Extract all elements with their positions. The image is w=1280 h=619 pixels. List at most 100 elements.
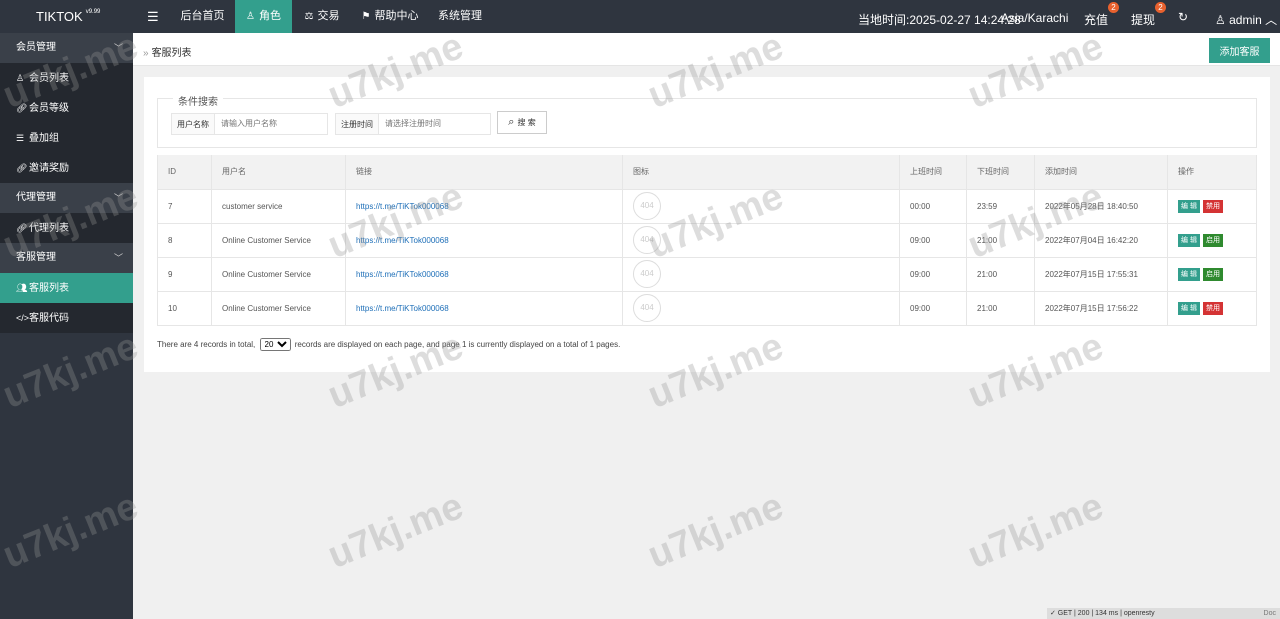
menu-toggle-icon[interactable]: ☰ xyxy=(147,9,159,25)
refresh-icon[interactable]: ↻ xyxy=(1178,10,1188,24)
sidebar-item-member-levels[interactable]: 🔗︎ 会员等级 xyxy=(0,93,133,123)
disable-button[interactable]: 禁用 xyxy=(1202,301,1223,315)
search-icon: ⌕ xyxy=(508,116,515,128)
table-row: 7 customer service https://t.me/TiKTok00… xyxy=(157,188,1257,223)
cell-icon: 404 xyxy=(622,290,900,326)
withdraw-badge: 2 xyxy=(1155,2,1166,13)
search-fieldset: 条件搜索 用户名称 注册时间 ⌕搜 索 xyxy=(157,93,1257,148)
page-size-select[interactable]: 20 xyxy=(259,338,291,351)
cell-end: 21:00 xyxy=(966,256,1035,291)
watermark: u7kj.me xyxy=(322,485,470,578)
pagination-info: There are 4 records in total, 20 records… xyxy=(157,338,620,351)
nav-home[interactable]: 后台首页 xyxy=(170,0,235,33)
local-time: 当地时间:2025-02-27 14:24:28 xyxy=(858,13,1021,27)
sidebar-item-stack-group[interactable]: ☰ 叠加组 xyxy=(0,123,133,153)
sidebar-item-agent-list[interactable]: 🔗︎ 代理列表 xyxy=(0,213,133,243)
flag-icon: ⚑ xyxy=(361,11,371,22)
disable-button[interactable]: 禁用 xyxy=(1202,199,1223,213)
link-icon: 🔗︎ xyxy=(16,223,28,233)
users-icon: 👥︎ xyxy=(16,283,28,293)
cell-start: 09:00 xyxy=(899,222,967,257)
col-start-time: 上班时间 xyxy=(899,155,967,189)
watermark: u7kj.me xyxy=(962,485,1110,578)
cell-username: customer service xyxy=(211,188,346,223)
recharge-link[interactable]: 充值 xyxy=(1084,11,1108,28)
col-link: 链接 xyxy=(345,155,623,189)
cell-link: https://t.me/TiKTok000068 xyxy=(345,290,623,326)
service-link[interactable]: https://t.me/TiKTok000068 xyxy=(356,270,449,279)
cell-end: 21:00 xyxy=(966,290,1035,326)
broken-image-icon: 404 xyxy=(633,226,661,254)
service-link[interactable]: https://t.me/TiKTok000068 xyxy=(356,304,449,313)
watermark: u7kj.me xyxy=(642,485,790,578)
cell-id: 8 xyxy=(157,222,212,257)
regtime-input[interactable] xyxy=(379,113,491,135)
cell-actions: 编 辑禁用 xyxy=(1167,290,1257,326)
edit-button[interactable]: 编 辑 xyxy=(1178,301,1200,315)
double-chevron-icon: » xyxy=(143,48,149,59)
col-end-time: 下班时间 xyxy=(966,155,1035,189)
cell-id: 10 xyxy=(157,290,212,326)
sidebar-item-service-list[interactable]: 👥︎ 客服列表 xyxy=(0,273,133,303)
sidebar-item-member-list[interactable]: ♙ 会员列表 xyxy=(0,63,133,93)
cell-icon: 404 xyxy=(622,256,900,291)
sidebar-group-members[interactable]: 会员管理 ﹀ xyxy=(0,33,133,63)
debug-status-bar: ✓ GET | 200 | 134 ms | openresty Doc xyxy=(1047,608,1280,619)
nav-role[interactable]: ♙ 角色 xyxy=(235,0,292,33)
username-input[interactable] xyxy=(215,113,328,135)
nav-trade[interactable]: ⚖ 交易 xyxy=(292,0,352,33)
service-link[interactable]: https://t.me/TiKTok000068 xyxy=(356,202,449,211)
chevron-down-icon: ﹀ xyxy=(113,43,123,53)
col-icon: 图标 xyxy=(622,155,900,189)
service-link[interactable]: https://t.me/TiKTok000068 xyxy=(356,236,449,245)
doc-link[interactable]: Doc xyxy=(1264,608,1276,619)
cell-link: https://t.me/TiKTok000068 xyxy=(345,222,623,257)
cell-start: 09:00 xyxy=(899,256,967,291)
cell-added: 2022年05月28日 18:40:50 xyxy=(1034,188,1168,223)
cell-start: 09:00 xyxy=(899,290,967,326)
username-label: 用户名称 xyxy=(171,113,215,135)
page-header: » 客服列表 添加客服 xyxy=(133,33,1280,66)
regtime-label: 注册时间 xyxy=(335,113,379,135)
sidebar-item-service-code[interactable]: </>客服代码 xyxy=(0,303,133,333)
cell-actions: 编 辑启用 xyxy=(1167,222,1257,257)
chevron-down-icon: ﹀ xyxy=(113,193,123,203)
cell-actions: 编 辑启用 xyxy=(1167,256,1257,291)
withdraw-link[interactable]: 提现 xyxy=(1131,11,1155,28)
cell-username: Online Customer Service xyxy=(211,222,346,257)
sidebar-item-invite-reward[interactable]: 🔗︎ 邀请奖励 xyxy=(0,153,133,183)
table-row: 9 Online Customer Service https://t.me/T… xyxy=(157,256,1257,291)
user-menu[interactable]: ♙ admin ︿ xyxy=(1215,11,1277,28)
content-panel: 条件搜索 用户名称 注册时间 ⌕搜 索 ID 用户名 链接 图标 上班时间 下班… xyxy=(144,77,1270,372)
broken-image-icon: 404 xyxy=(633,192,661,220)
cell-start: 00:00 xyxy=(899,188,967,223)
cell-link: https://t.me/TiKTok000068 xyxy=(345,188,623,223)
cell-icon: 404 xyxy=(622,188,900,223)
cell-actions: 编 辑禁用 xyxy=(1167,188,1257,223)
edit-button[interactable]: 编 辑 xyxy=(1178,199,1200,213)
cell-username: Online Customer Service xyxy=(211,290,346,326)
nav-system[interactable]: 系统管理 xyxy=(428,0,492,33)
col-username: 用户名 xyxy=(211,155,346,189)
cell-icon: 404 xyxy=(622,222,900,257)
link-icon: 🔗︎ xyxy=(16,163,28,173)
cell-added: 2022年07月15日 17:56:22 xyxy=(1034,290,1168,326)
edit-button[interactable]: 编 辑 xyxy=(1178,233,1200,247)
col-added-time: 添加时间 xyxy=(1034,155,1168,189)
broken-image-icon: 404 xyxy=(633,260,661,288)
sidebar-group-agents[interactable]: 代理管理 ﹀ xyxy=(0,183,133,213)
breadcrumb: » 客服列表 xyxy=(143,48,192,59)
code-icon: </> xyxy=(16,313,30,323)
col-actions: 操作 xyxy=(1167,155,1257,189)
sidebar-group-service[interactable]: 客服管理 ﹀ xyxy=(0,243,133,273)
search-button[interactable]: ⌕ 搜 索 xyxy=(497,111,547,134)
nav-help[interactable]: ⚑ 帮助中心 xyxy=(352,0,428,33)
cell-end: 23:59 xyxy=(966,188,1035,223)
cell-id: 9 xyxy=(157,256,212,291)
cell-added: 2022年07月04日 16:42:20 xyxy=(1034,222,1168,257)
enable-button[interactable]: 启用 xyxy=(1202,233,1223,247)
edit-button[interactable]: 编 辑 xyxy=(1178,267,1200,281)
add-service-button[interactable]: 添加客服 xyxy=(1209,38,1270,63)
app-logo[interactable]: TIKTOK v9.99 xyxy=(36,9,100,24)
enable-button[interactable]: 启用 xyxy=(1202,267,1223,281)
